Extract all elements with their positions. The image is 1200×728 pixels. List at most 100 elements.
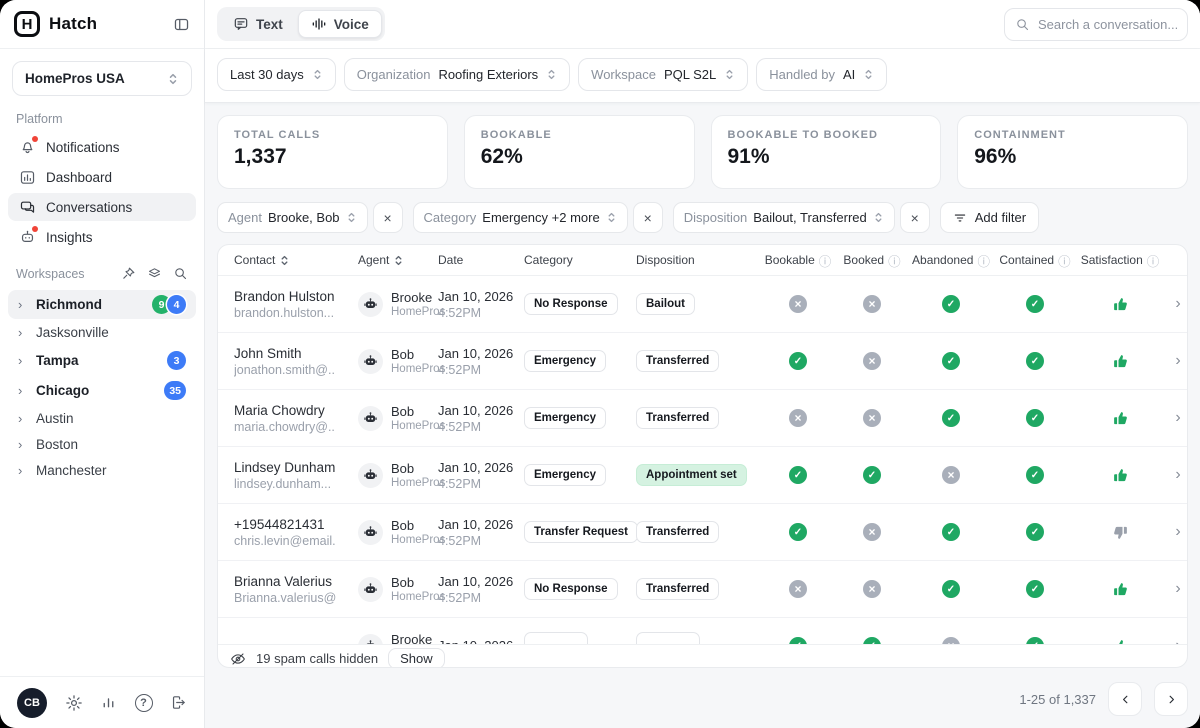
- agent-cell: Bob HomePros: [358, 461, 438, 489]
- search-icon[interactable]: [173, 266, 188, 281]
- column-header-agent[interactable]: Agent: [358, 253, 438, 267]
- table-header: ContactAgentDateCategoryDispositionBooka…: [218, 245, 1187, 276]
- layers-icon[interactable]: [147, 266, 162, 281]
- robot-icon: [18, 228, 36, 246]
- sidebar-item-richmond[interactable]: › Richmond 94: [8, 290, 196, 319]
- filter-dropdown-0[interactable]: Last 30 days: [217, 58, 336, 91]
- chip-agent[interactable]: Agent Brooke, Bob: [217, 202, 368, 233]
- row-chevron-icon[interactable]: ›: [1164, 466, 1187, 484]
- filter-dropdown-2[interactable]: WorkspacePQL S2L: [578, 58, 748, 91]
- chevron-updown-icon: [546, 68, 557, 81]
- remove-chip-button[interactable]: ×: [633, 202, 663, 233]
- row-chevron-icon[interactable]: ›: [1164, 637, 1187, 644]
- table-row[interactable]: Lindsey Dunham lindsey.dunham... Bob Hom…: [218, 447, 1187, 504]
- info-icon[interactable]: ⓘ: [977, 251, 990, 270]
- sidebar-item-insights[interactable]: Insights: [8, 223, 196, 251]
- next-page-button[interactable]: [1154, 682, 1188, 716]
- call-time: 4:52PM: [438, 477, 524, 491]
- sidebar-item-jasksonville[interactable]: › Jasksonville: [8, 320, 196, 345]
- filter-dropdown-1[interactable]: OrganizationRoofing Exteriors: [344, 58, 570, 91]
- disposition-cell: Transferred: [636, 350, 760, 372]
- stat-label: TOTAL CALLS: [234, 129, 431, 141]
- sidebar-item-label: Insights: [46, 230, 93, 245]
- sort-icon[interactable]: [393, 254, 404, 267]
- chevron-right-icon[interactable]: ›: [18, 297, 28, 312]
- chevron-right-icon[interactable]: ›: [18, 411, 28, 426]
- table-row[interactable]: Maria Chowdry maria.chowdry@.. Bob HomeP…: [218, 390, 1187, 447]
- settings-gear-icon[interactable]: [65, 694, 83, 712]
- info-icon[interactable]: ⓘ: [819, 251, 832, 270]
- sidebar-item-boston[interactable]: › Boston: [8, 432, 196, 457]
- sidebar-item-austin[interactable]: › Austin: [8, 406, 196, 431]
- prev-page-button[interactable]: [1108, 682, 1142, 716]
- sidebar-item-conversations[interactable]: Conversations: [8, 193, 196, 221]
- check-circle-icon: ✓: [942, 580, 960, 598]
- sidebar-item-tampa[interactable]: › Tampa 3: [8, 346, 196, 375]
- info-icon[interactable]: ⓘ: [1147, 251, 1160, 270]
- call-date: Jan 10, 2026: [438, 517, 524, 532]
- column-header-contact[interactable]: Contact: [234, 253, 358, 267]
- filter-value: AI: [843, 67, 855, 82]
- workspaces-header: Workspaces: [0, 252, 204, 289]
- chat-icon: [18, 198, 36, 216]
- collapse-sidebar-button[interactable]: [173, 16, 190, 33]
- row-chevron-icon[interactable]: ›: [1164, 523, 1187, 541]
- chevron-right-icon[interactable]: ›: [18, 463, 28, 478]
- booked-cell: ×: [836, 409, 908, 427]
- stat-label: CONTAINMENT: [974, 129, 1171, 141]
- row-chevron-icon[interactable]: ›: [1164, 352, 1187, 370]
- sidebar-item-chicago[interactable]: › Chicago 35: [8, 376, 196, 405]
- disposition-cell: Transferred: [636, 521, 760, 543]
- sidebar-item-notifications[interactable]: Notifications: [8, 133, 196, 161]
- satisfaction-cell: [1076, 581, 1164, 598]
- agent-cell: Bob HomePros: [358, 575, 438, 603]
- table-row[interactable]: Brianna Valerius Brianna.valerius@ Bob H…: [218, 561, 1187, 618]
- table-row[interactable]: Brandon Hulston brandon.hulston... Brook…: [218, 276, 1187, 333]
- usage-bars-icon[interactable]: [100, 694, 117, 711]
- conversation-search[interactable]: [1004, 8, 1188, 41]
- contact-email: Brianna.valerius@: [234, 591, 358, 605]
- logout-icon[interactable]: [170, 694, 187, 711]
- abandoned-cell: ×: [908, 637, 994, 644]
- add-filter-label: Add filter: [975, 210, 1026, 225]
- chip-disposition[interactable]: Disposition Bailout, Transferred: [673, 202, 895, 233]
- sidebar-item-manchester[interactable]: › Manchester: [8, 458, 196, 483]
- check-circle-icon: ✓: [1026, 409, 1044, 427]
- booked-cell: ×: [836, 580, 908, 598]
- bookable-cell: ×: [760, 295, 836, 313]
- add-filter-button[interactable]: Add filter: [940, 202, 1039, 233]
- show-spam-button[interactable]: Show: [388, 648, 445, 668]
- robot-avatar-icon: [358, 577, 383, 602]
- table-row[interactable]: +19544821431 chris.levin@email. Bob Home…: [218, 504, 1187, 561]
- agent-cell: Brooke HomePros: [358, 632, 438, 644]
- search-input[interactable]: [1038, 17, 1177, 32]
- remove-chip-button[interactable]: ×: [373, 202, 403, 233]
- org-selector[interactable]: HomePros USA: [12, 61, 192, 96]
- chip-category[interactable]: Category Emergency +2 more: [413, 202, 628, 233]
- row-chevron-icon[interactable]: ›: [1164, 409, 1187, 427]
- filter-label: Organization: [357, 67, 431, 82]
- chevron-right-icon[interactable]: ›: [18, 383, 28, 398]
- table-row[interactable]: John Smith jonathon.smith@.. Bob HomePro…: [218, 333, 1187, 390]
- stat-label: BOOKABLE TO BOOKED: [728, 129, 925, 141]
- call-time: 4:52PM: [438, 363, 524, 377]
- help-icon[interactable]: ?: [135, 694, 153, 712]
- tab-voice[interactable]: Voice: [298, 10, 382, 38]
- tab-text[interactable]: Text: [220, 10, 296, 38]
- date-cell: Jan 10, 2026 4:52PM: [438, 574, 524, 605]
- pin-icon[interactable]: [121, 266, 136, 281]
- info-icon[interactable]: ⓘ: [1058, 251, 1071, 270]
- table-row[interactable]: Brooke HomePros Jan 10, 2026 ✓ ✓ × ✓ ›: [218, 618, 1187, 644]
- sidebar-item-dashboard[interactable]: Dashboard: [8, 163, 196, 191]
- check-circle-icon: ✓: [789, 523, 807, 541]
- row-chevron-icon[interactable]: ›: [1164, 295, 1187, 313]
- info-icon[interactable]: ⓘ: [888, 251, 901, 270]
- chevron-right-icon[interactable]: ›: [18, 353, 28, 368]
- user-avatar[interactable]: CB: [17, 688, 47, 718]
- filter-dropdown-3[interactable]: Handled byAI: [756, 58, 887, 91]
- remove-chip-button[interactable]: ×: [900, 202, 930, 233]
- chevron-right-icon[interactable]: ›: [18, 325, 28, 340]
- row-chevron-icon[interactable]: ›: [1164, 580, 1187, 598]
- chevron-right-icon[interactable]: ›: [18, 437, 28, 452]
- sort-icon[interactable]: [279, 254, 290, 267]
